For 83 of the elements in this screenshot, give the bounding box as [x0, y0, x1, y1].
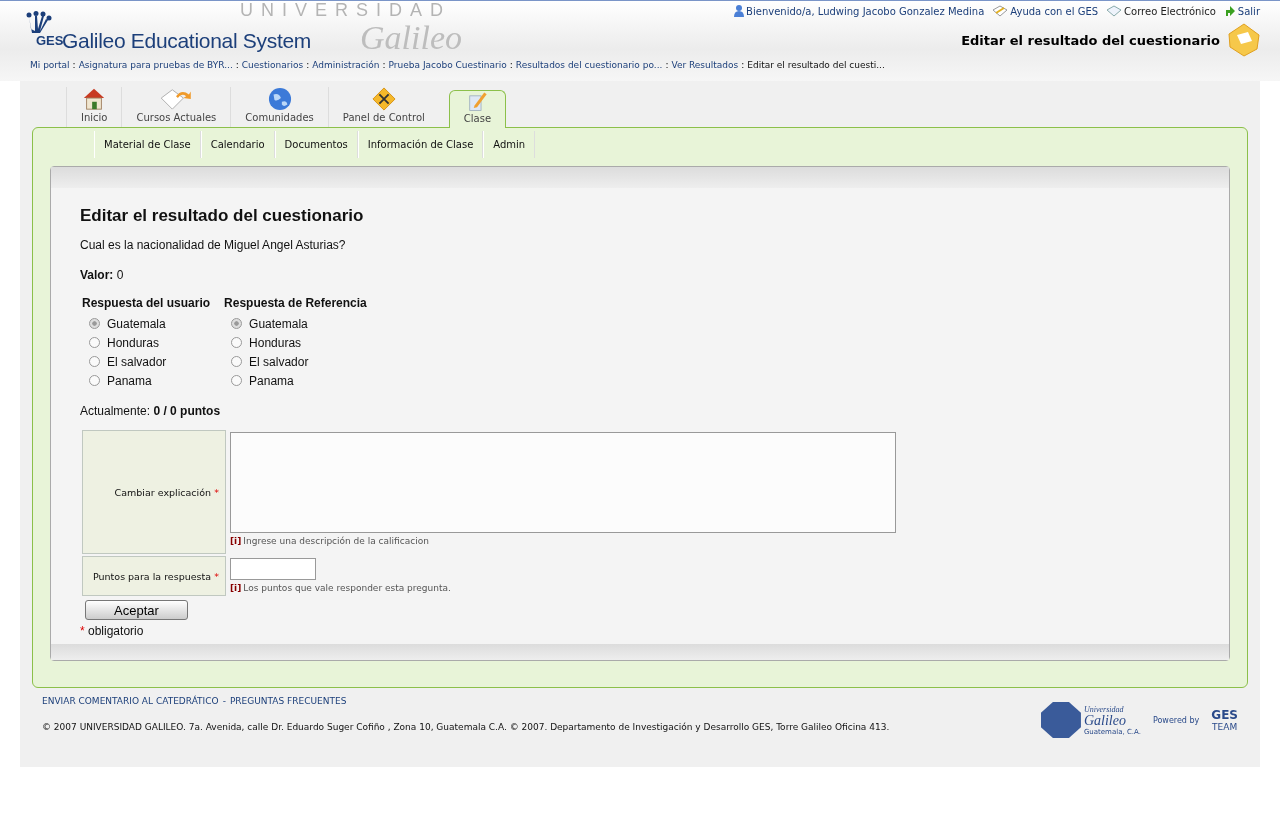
sub-tab[interactable]: Material de Clase — [94, 131, 201, 158]
sub-tab[interactable]: Admin — [483, 131, 536, 158]
exit-arrow-icon — [1223, 5, 1236, 17]
info-mark: [i] — [230, 536, 242, 546]
logo-text: Galileo — [1083, 713, 1127, 728]
option-label: El salvador — [249, 354, 309, 369]
globe-icon — [266, 87, 293, 111]
box-icon — [1228, 23, 1260, 57]
required-mark: * — [214, 486, 219, 498]
radio-button[interactable] — [231, 337, 243, 348]
nav-tab[interactable]: Clase — [448, 90, 507, 128]
radio-button[interactable] — [89, 356, 100, 367]
banner-text: Galileo — [360, 21, 462, 55]
logo-text: Galileo Educational System — [62, 29, 311, 53]
content-title: Editar el resultado del cuestionario — [80, 206, 365, 226]
copyright-text: © 2007 UNIVERSIDAD GALILEO. 7a. Avenida, calle Dr. Eduardo Suger Cofiño , Zona 10, Guatemala C.A. © 2007. Departamento de Investigación y Desarrollo GES, Torre Galileo Oficina 413. — [42, 722, 890, 732]
breadcrumb-separator: : — [306, 60, 310, 70]
radio-button[interactable] — [89, 375, 100, 386]
breadcrumb-separator: : — [509, 60, 513, 70]
sub-tab[interactable]: Información de Clase — [357, 131, 484, 158]
option-label: Honduras — [249, 335, 302, 350]
breadcrumb-link[interactable]: Resultados del cuestionario po... — [515, 60, 663, 70]
radio-button[interactable] — [231, 318, 243, 329]
pencil-note-icon — [992, 5, 1009, 17]
option-label: Guatemala — [107, 316, 166, 331]
field-hint: Los puntos que vale responder esta pregunta. — [243, 583, 451, 593]
answer-column-heading: Respuesta del usuario — [82, 296, 211, 310]
logo-text: Universidad — [1083, 704, 1125, 714]
header-link[interactable]: Salir — [1223, 5, 1260, 17]
breadcrumb-separator: : — [72, 60, 76, 70]
breadcrumb-separator: : — [741, 60, 745, 70]
radio-button[interactable] — [231, 356, 243, 367]
page-title: Editar el resultado del cuestionario — [961, 32, 1220, 48]
breadcrumb-link[interactable]: Ver Resultados — [671, 60, 739, 70]
envelope-icon — [1106, 5, 1123, 17]
breadcrumb-link[interactable]: Mi portal — [30, 60, 70, 70]
header-link[interactable]: Correo Electrónico — [1106, 5, 1216, 17]
footer-link[interactable]: PREGUNTAS FRECUENTES — [229, 696, 347, 706]
tools-icon — [370, 87, 397, 111]
breadcrumb-link[interactable]: Editar el resultado del cuesti... — [747, 60, 885, 70]
logo-mark: GES — [36, 33, 64, 48]
question-text: Cual es la nacionalidad de Miguel Angel Asturias? — [80, 238, 347, 252]
breadcrumb-separator: : — [235, 60, 239, 70]
footer-separator: - — [222, 696, 226, 706]
value-text: Valor: 0 — [80, 268, 125, 282]
radio-button[interactable] — [89, 318, 100, 329]
breadcrumb-link[interactable]: Administración — [312, 60, 380, 70]
powered-by-text: Powered by — [1152, 715, 1200, 725]
field-label: Cambiar explicación — [114, 486, 212, 498]
header-link[interactable]: Ayuda con el GES — [992, 5, 1099, 17]
banner-text: UNIVERSIDAD — [240, 1, 452, 19]
portrait-placeholder — [1040, 702, 1081, 738]
option-label: Honduras — [107, 335, 160, 350]
required-note: obligatorio — [88, 624, 144, 638]
radio-button[interactable] — [89, 337, 100, 348]
option-label: Guatemala — [249, 316, 308, 331]
field-hint: Ingrese una descripción de la calificacion — [243, 536, 429, 546]
footer-link[interactable]: ENVIAR COMENTARIO AL CATEDRÁTICO — [42, 696, 219, 706]
header-link[interactable]: Bienvenido/a, Ludwing Jacobo Gonzalez Medina — [734, 5, 985, 17]
required-mark: * — [214, 570, 219, 582]
points-field[interactable] — [230, 558, 316, 580]
current-score-text: Actualmente: 0 / 0 puntos — [80, 404, 222, 418]
option-label: El salvador — [107, 354, 167, 369]
breadcrumb-separator: : — [665, 60, 669, 70]
breadcrumb-separator: : — [382, 60, 386, 70]
explanation-field[interactable] — [230, 432, 896, 533]
info-mark: [i] — [230, 583, 242, 593]
required-mark: * — [80, 624, 85, 638]
person-icon — [734, 5, 745, 17]
breadcrumb-link[interactable]: Cuestionarios — [241, 60, 304, 70]
breadcrumb-link[interactable]: Prueba Jacobo Cuestinario — [388, 60, 507, 70]
crown-logo-icon — [26, 11, 52, 35]
option-label: Panama — [107, 373, 152, 388]
radio-button[interactable] — [231, 375, 243, 386]
logo-text: TEAM — [1212, 722, 1238, 732]
breadcrumb-link[interactable]: Asignatura para pruebas de BYR... — [78, 60, 233, 70]
logo-mark: GES — [1211, 708, 1238, 722]
answer-column-heading: Respuesta de Referencia — [224, 296, 367, 310]
accept-button[interactable]: Aceptar — [85, 600, 188, 620]
option-label: Panama — [249, 373, 294, 388]
sub-tab[interactable]: Calendario — [200, 131, 275, 158]
sub-tab[interactable]: Documentos — [274, 131, 358, 158]
field-label: Puntos para la respuesta — [93, 570, 212, 582]
